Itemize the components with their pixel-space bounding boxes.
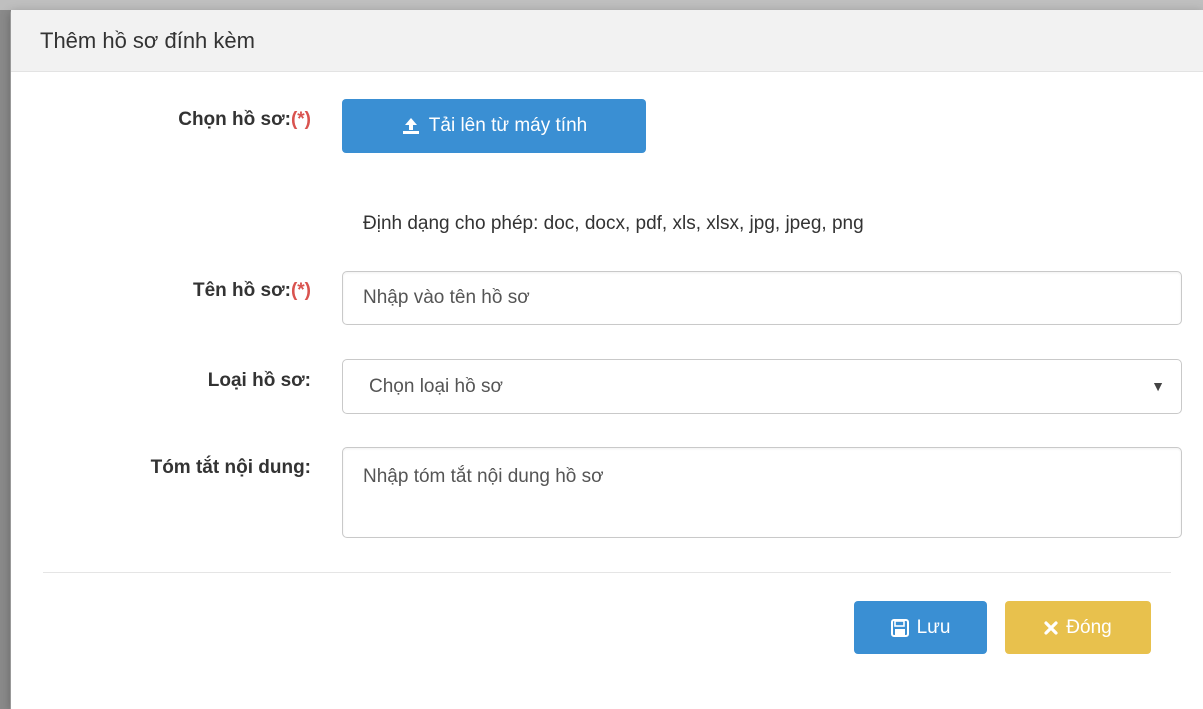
upload-icon xyxy=(401,117,421,135)
file-name-input[interactable] xyxy=(342,271,1182,325)
close-icon xyxy=(1044,620,1058,635)
footer-divider xyxy=(43,572,1171,573)
name-label: Tên hồ sơ:(*) xyxy=(192,280,311,301)
caret-down-icon: ▼ xyxy=(1151,378,1165,394)
type-label: Loại hồ sơ: xyxy=(207,370,311,391)
page-backdrop xyxy=(0,0,1203,10)
allowed-formats-text: Định dạng cho phép: doc, docx, pdf, xls,… xyxy=(363,213,864,234)
summary-textarea[interactable] xyxy=(342,447,1182,538)
attach-file-dialog: Thêm hồ sơ đính kèm Chọn hồ sơ:(*) Tải l… xyxy=(10,10,1203,709)
dialog-header: Thêm hồ sơ đính kèm xyxy=(11,10,1203,72)
file-label: Chọn hồ sơ:(*) xyxy=(178,109,311,130)
required-mark: (*) xyxy=(290,280,311,301)
summary-label: Tóm tắt nội dung: xyxy=(150,457,311,478)
close-button[interactable]: Đóng xyxy=(1005,601,1151,654)
file-type-selected: Chọn loại hồ sơ xyxy=(369,375,503,397)
file-type-select[interactable]: Chọn loại hồ sơ ▼ xyxy=(342,359,1182,414)
upload-from-computer-button[interactable]: Tải lên từ máy tính xyxy=(342,99,646,153)
required-mark: (*) xyxy=(290,109,311,130)
save-button[interactable]: Lưu xyxy=(854,601,987,654)
dialog-title: Thêm hồ sơ đính kèm xyxy=(40,27,255,53)
floppy-disk-icon xyxy=(890,618,909,637)
